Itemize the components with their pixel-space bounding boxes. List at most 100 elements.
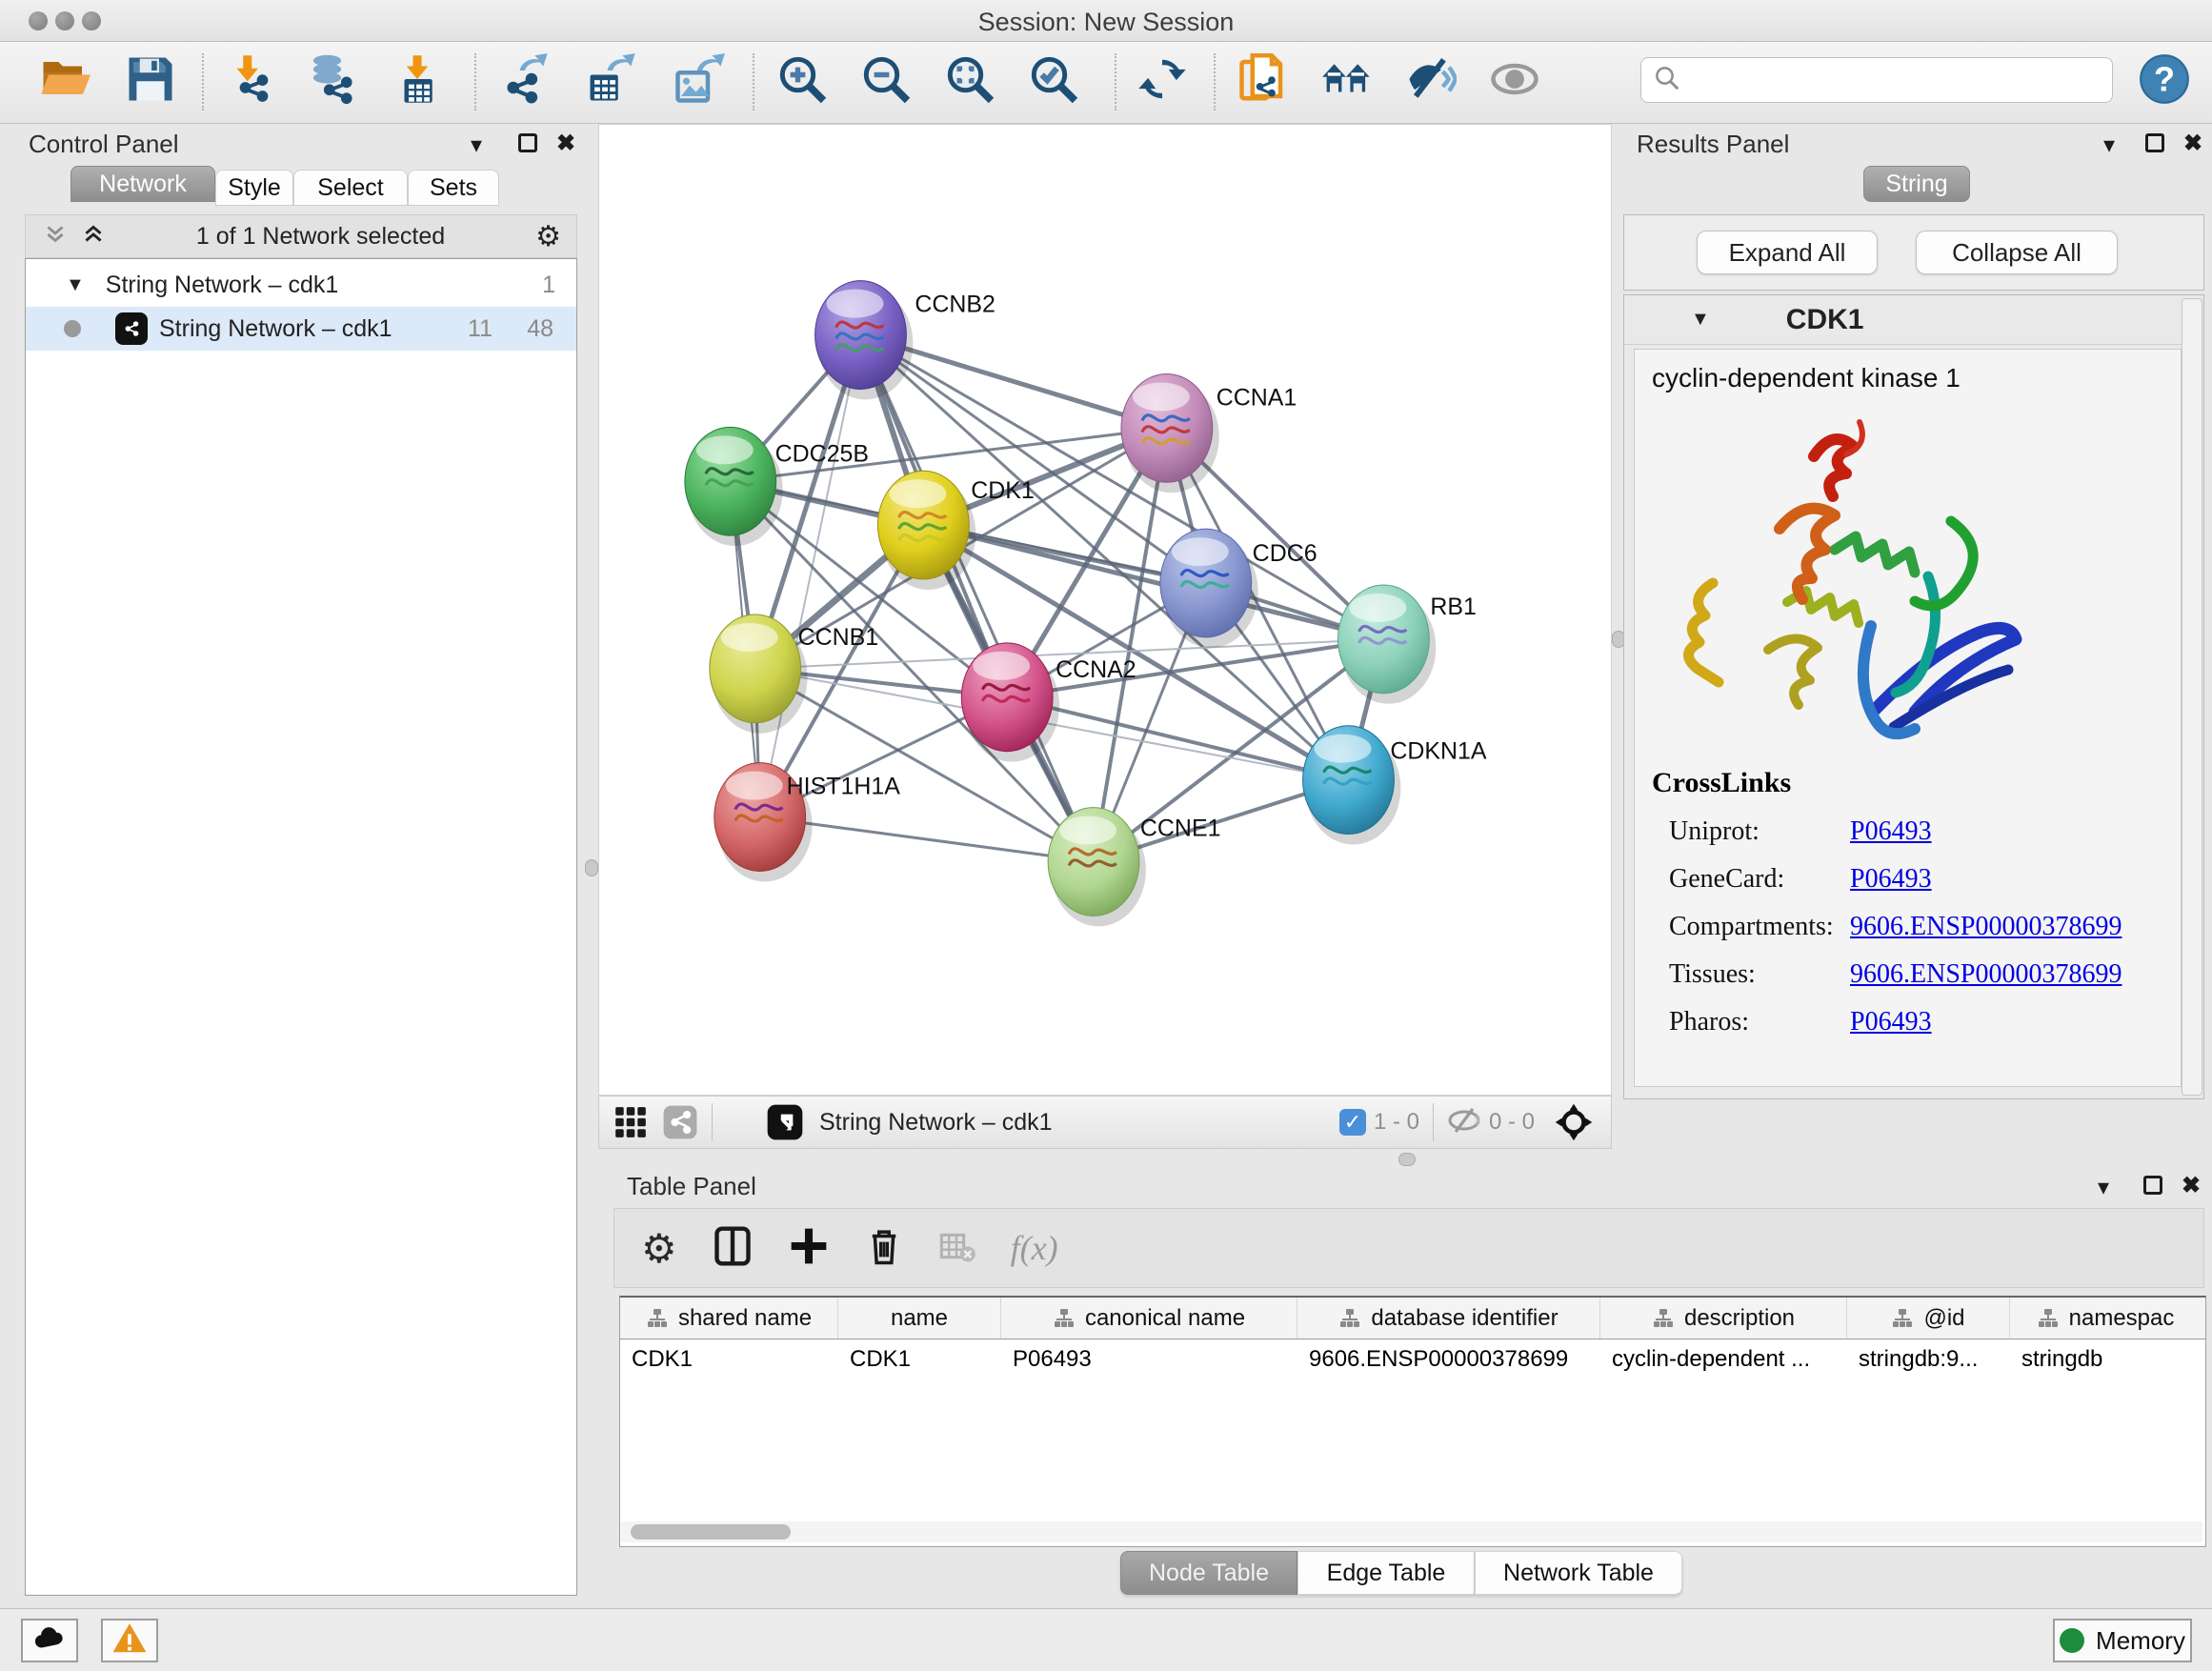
houses-icon bbox=[1321, 53, 1373, 110]
open-session-button[interactable] bbox=[36, 51, 93, 111]
network-collection-row[interactable]: ▼ String Network – cdk1 1 bbox=[26, 263, 576, 307]
network-view-title: String Network – cdk1 bbox=[819, 1109, 1053, 1137]
cloud-icon bbox=[31, 1621, 68, 1661]
results-scrollbar[interactable] bbox=[2182, 298, 2202, 1096]
float-panel-icon[interactable] bbox=[518, 133, 537, 152]
svg-text:CDKN1A: CDKN1A bbox=[1390, 738, 1487, 765]
tree-expand-icon[interactable]: ▼ bbox=[66, 274, 85, 296]
cloud-status-button[interactable] bbox=[21, 1619, 78, 1662]
crosslink-link[interactable]: P06493 bbox=[1850, 1007, 1932, 1037]
import-network-from-database-button[interactable] bbox=[303, 51, 360, 111]
crosslink-link[interactable]: P06493 bbox=[1850, 816, 1932, 847]
float-menu-icon[interactable]: ▾ bbox=[471, 131, 482, 159]
tab-edge-table[interactable]: Edge Table bbox=[1297, 1551, 1475, 1595]
tab-node-table[interactable]: Node Table bbox=[1120, 1551, 1297, 1595]
birds-eye-view-icon[interactable] bbox=[1554, 1102, 1594, 1142]
result-card-header[interactable]: ▼ CDK1 bbox=[1624, 295, 2203, 345]
tab-sets[interactable]: Sets bbox=[408, 170, 499, 206]
crosslink-link[interactable]: P06493 bbox=[1850, 864, 1932, 895]
column-header[interactable]: database identifier bbox=[1297, 1298, 1600, 1339]
selected-checkbox-icon[interactable]: ✓ bbox=[1339, 1109, 1366, 1136]
export-table-icon bbox=[586, 53, 637, 110]
refresh-view-button[interactable] bbox=[1134, 51, 1191, 111]
column-header[interactable]: shared name bbox=[620, 1298, 838, 1339]
show-all-button[interactable] bbox=[1486, 51, 1543, 111]
show-columns-icon[interactable] bbox=[677, 1225, 754, 1272]
column-header[interactable]: description bbox=[1600, 1298, 1847, 1339]
svg-text:HIST1H1A: HIST1H1A bbox=[787, 774, 901, 800]
help-button[interactable]: ? bbox=[2136, 51, 2193, 111]
table-settings-gear-icon[interactable]: ⚙ bbox=[641, 1225, 677, 1272]
delete-table-icon[interactable] bbox=[904, 1227, 976, 1270]
search-box[interactable] bbox=[1640, 57, 2113, 103]
collapse-all-chevron-icon[interactable] bbox=[43, 222, 68, 252]
float-menu-icon[interactable]: ▾ bbox=[2098, 1174, 2109, 1201]
grid-view-icon[interactable] bbox=[613, 1104, 649, 1140]
export-image-button[interactable] bbox=[671, 51, 728, 111]
import-network-file-button[interactable] bbox=[221, 51, 278, 111]
export-table-button[interactable] bbox=[583, 51, 640, 111]
scrollbar-thumb[interactable] bbox=[631, 1524, 791, 1540]
float-panel-icon[interactable] bbox=[2143, 1176, 2162, 1195]
save-session-button[interactable] bbox=[122, 51, 179, 111]
open-in-new-window-icon[interactable] bbox=[766, 1103, 804, 1141]
export-network-button[interactable] bbox=[495, 51, 553, 111]
splitter-handle[interactable] bbox=[585, 859, 598, 876]
float-menu-icon[interactable]: ▾ bbox=[2103, 131, 2115, 159]
network-row-selected[interactable]: String Network – cdk1 11 48 bbox=[26, 307, 576, 351]
crosslink-row: GeneCard: P06493 bbox=[1652, 864, 2122, 895]
gear-icon[interactable]: ⚙ bbox=[535, 220, 561, 253]
crosslinks-section: CrossLinks Uniprot: P06493 GeneCard: P06… bbox=[1652, 767, 2122, 1037]
table-horizontal-scrollbar[interactable] bbox=[621, 1521, 2202, 1542]
expand-all-button[interactable]: Expand All bbox=[1697, 231, 1878, 274]
network-share-icon[interactable] bbox=[662, 1104, 698, 1140]
tab-network-table[interactable]: Network Table bbox=[1475, 1551, 1682, 1595]
tab-style[interactable]: Style bbox=[215, 170, 293, 206]
table-row[interactable]: CDK1 CDK1 P06493 9606.ENSP00000378699 cy… bbox=[620, 1339, 2205, 1379]
toolbar-separator bbox=[1115, 53, 1116, 111]
tab-select[interactable]: Select bbox=[293, 170, 408, 206]
close-panel-icon[interactable]: ✖ bbox=[2183, 130, 2202, 157]
node-table: shared name name canonical name database… bbox=[619, 1296, 2206, 1547]
zoom-in-button[interactable] bbox=[774, 51, 831, 111]
collapse-triangle-icon[interactable]: ▼ bbox=[1691, 309, 1710, 331]
search-input[interactable] bbox=[1681, 67, 2091, 93]
window-title: Session: New Session bbox=[0, 8, 2212, 37]
function-builder-icon[interactable]: f(x) bbox=[1011, 1228, 1058, 1268]
network-canvas[interactable]: CCNB2CCNA1CDC25BCDK1CDC6RB1CCNB1CCNA2CDK… bbox=[598, 124, 1612, 1096]
open-folder-icon bbox=[39, 53, 90, 110]
toolbar-separator bbox=[1214, 53, 1216, 111]
import-database-icon bbox=[306, 53, 357, 110]
close-panel-icon[interactable]: ✖ bbox=[556, 130, 575, 157]
zoom-selected-button[interactable] bbox=[1025, 51, 1082, 111]
network-view-toolbar: String Network – cdk1 ✓ 1 - 0 0 - 0 bbox=[598, 1096, 1612, 1149]
clone-network-button[interactable] bbox=[1235, 51, 1292, 111]
close-panel-icon[interactable]: ✖ bbox=[2182, 1172, 2201, 1199]
delete-column-trash-icon[interactable] bbox=[830, 1226, 904, 1271]
warnings-button[interactable] bbox=[101, 1619, 158, 1662]
tab-network[interactable]: Network bbox=[70, 166, 215, 202]
tab-string[interactable]: String bbox=[1863, 166, 1970, 202]
export-network-icon bbox=[498, 53, 550, 110]
column-header[interactable]: namespac bbox=[2010, 1298, 2201, 1339]
network-edge-count: 48 bbox=[527, 315, 553, 343]
column-header[interactable]: @id bbox=[1847, 1298, 2010, 1339]
column-header[interactable]: name bbox=[838, 1298, 1001, 1339]
import-table-file-button[interactable] bbox=[389, 51, 446, 111]
control-panel-title: Control Panel bbox=[29, 130, 179, 159]
crosslink-link[interactable]: 9606.ENSP00000378699 bbox=[1850, 959, 2122, 990]
expand-all-chevron-icon[interactable] bbox=[81, 222, 106, 252]
create-column-plus-icon[interactable] bbox=[754, 1225, 830, 1272]
memory-button[interactable]: Memory bbox=[2053, 1619, 2192, 1662]
crosslink-link[interactable]: 9606.ENSP00000378699 bbox=[1850, 912, 2122, 942]
hidden-eye-slash-icon[interactable] bbox=[1447, 1103, 1481, 1142]
collapse-all-button[interactable]: Collapse All bbox=[1916, 231, 2118, 274]
crosslink-row: Tissues: 9606.ENSP00000378699 bbox=[1652, 959, 2122, 990]
zoom-fit-button[interactable] bbox=[941, 51, 998, 111]
column-header[interactable]: canonical name bbox=[1001, 1298, 1297, 1339]
zoom-out-button[interactable] bbox=[857, 51, 915, 111]
float-panel-icon[interactable] bbox=[2145, 133, 2164, 152]
crosslink-row: Pharos: P06493 bbox=[1652, 1007, 2122, 1037]
hide-selected-button[interactable] bbox=[1402, 51, 1459, 111]
first-neighbors-button[interactable] bbox=[1318, 51, 1376, 111]
